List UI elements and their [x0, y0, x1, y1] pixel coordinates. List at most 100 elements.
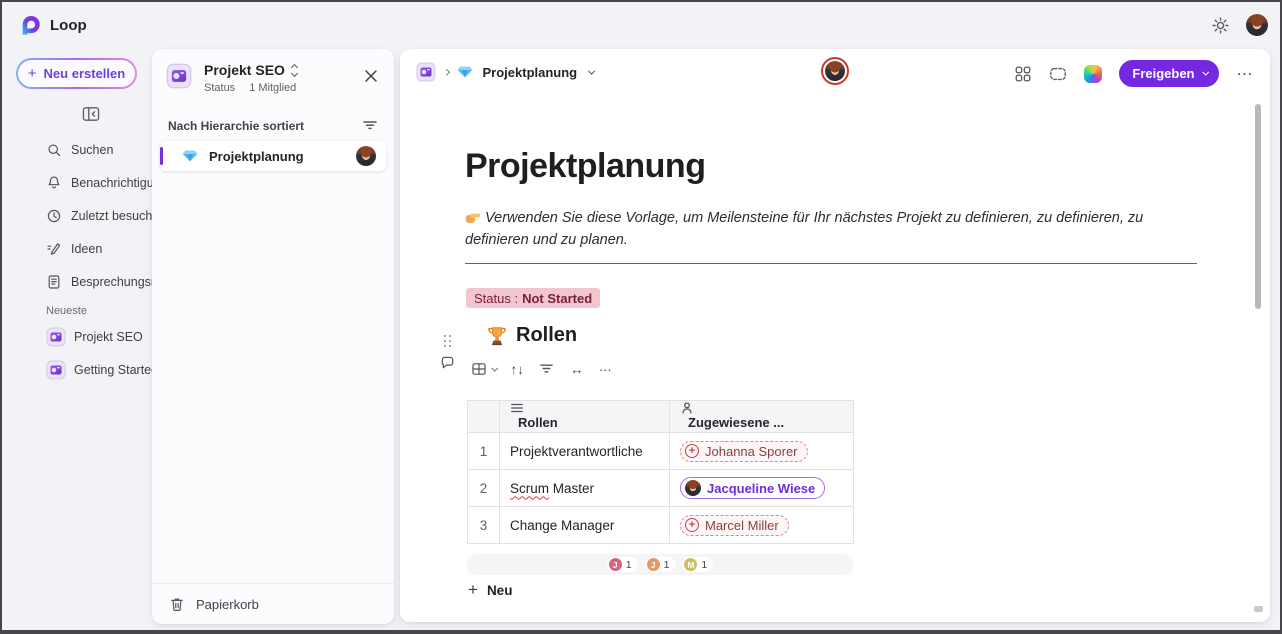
sidebar-item-ideen[interactable]: Ideen	[2, 237, 152, 261]
loop-logo-icon	[19, 14, 41, 36]
workspace-status-label[interactable]: Status	[204, 82, 235, 94]
rows-icon	[510, 401, 659, 415]
sidebar-item-zuletzt-besucht[interactable]: Zuletzt besucht	[2, 204, 152, 228]
app-header: Loop	[2, 2, 1280, 49]
sort-label[interactable]: Nach Hierarchie sortiert	[168, 119, 304, 133]
document-title[interactable]: Projektplanung	[465, 147, 705, 186]
summary-count: 1	[664, 559, 670, 571]
workspace-icon	[166, 63, 192, 89]
presence-avatar[interactable]	[821, 57, 849, 85]
summary-badge[interactable]: J 1	[607, 557, 638, 572]
workspace-icon	[46, 327, 66, 347]
role-cell[interactable]: Change Manager	[500, 507, 670, 544]
plus-icon: +	[28, 65, 37, 82]
summary-badge[interactable]: M 1	[682, 557, 713, 572]
document-intro[interactable]: Verwenden Sie diese Vorlage, um Meilenst…	[465, 207, 1187, 252]
loop-component-icon[interactable]	[1049, 65, 1067, 83]
share-button[interactable]: Freigeben	[1119, 60, 1219, 87]
role-cell[interactable]: Projektverantwortliche	[500, 433, 670, 470]
summary-count: 1	[701, 559, 707, 571]
workspace-panel: Projekt SEO Status 1 Mitglied Nach Hiera…	[152, 49, 394, 624]
divider	[465, 263, 1197, 264]
role-cell[interactable]: Scrum Master	[500, 470, 670, 507]
workspace-icon	[46, 360, 66, 380]
sidebar-item-benachrichtigungen[interactable]: Benachrichtigun...	[2, 171, 152, 195]
main-panel: Projektplanung Freigeben …	[400, 49, 1270, 622]
workspace-member-count[interactable]: 1 Mitglied	[249, 82, 296, 94]
clock-icon	[46, 208, 62, 224]
trash-icon	[169, 596, 185, 612]
assignee-cell: + Johanna Sporer	[670, 433, 854, 470]
close-panel-icon[interactable]	[364, 69, 378, 83]
section-title: Rollen	[516, 324, 577, 347]
more-icon[interactable]: …	[599, 359, 613, 374]
assignee-pill[interactable]: Jacqueline Wiese	[680, 477, 825, 499]
gem-icon	[182, 148, 198, 164]
add-row-button[interactable]: + Neu	[468, 580, 512, 600]
more-options-icon[interactable]: …	[1236, 60, 1254, 80]
page-item-label: Projektplanung	[209, 149, 345, 164]
table-view-icon	[471, 361, 487, 377]
left-sidebar: + Neu erstellen Suchen Benachrichtigun..…	[2, 49, 152, 630]
table-row: 2 Scrum Master Jacqueline Wiese	[468, 470, 854, 507]
filter-icon[interactable]	[362, 117, 378, 133]
breadcrumb: Projektplanung	[416, 62, 593, 82]
pointing-right-icon	[465, 210, 481, 224]
app-name: Loop	[50, 17, 87, 34]
sidebar-item-projekt-seo[interactable]: Projekt SEO	[2, 325, 152, 349]
drag-handle-icon[interactable]	[444, 335, 451, 348]
status-badge[interactable]: Status :Not Started	[466, 288, 600, 308]
sidebar-item-besprechungsnotizen[interactable]: Besprechungsn...	[2, 270, 152, 294]
scroll-corner-icon	[1254, 606, 1263, 612]
comment-icon[interactable]	[440, 355, 455, 370]
copilot-icon[interactable]	[1084, 65, 1102, 83]
scrollbar-thumb[interactable]	[1255, 104, 1261, 309]
new-create-button[interactable]: + Neu erstellen	[16, 58, 137, 89]
apps-grid-icon[interactable]	[1014, 65, 1032, 83]
column-header-zugewiesene[interactable]: Zugewiesene ...	[670, 401, 854, 433]
search-icon	[46, 142, 62, 158]
meeting-notes-icon	[46, 274, 62, 290]
column-header-rollen[interactable]: Rollen	[500, 401, 670, 433]
section-heading[interactable]: Rollen	[486, 324, 577, 347]
workspace-switcher-icon[interactable]	[292, 65, 297, 76]
app-window: Loop + Neu erstellen	[0, 0, 1282, 634]
page-item-projektplanung[interactable]: Projektplanung	[160, 141, 386, 171]
sidebar-item-suchen[interactable]: Suchen	[2, 138, 152, 162]
gem-icon	[457, 64, 473, 80]
summary-badge[interactable]: J 1	[645, 557, 676, 572]
workspace-icon[interactable]	[416, 62, 436, 82]
chevron-down-icon[interactable]	[589, 67, 595, 73]
add-person-icon: +	[685, 518, 699, 532]
idea-icon	[46, 241, 62, 257]
row-number-header	[468, 401, 500, 433]
resize-icon[interactable]: ↔	[570, 362, 584, 377]
assignee-cell: Jacqueline Wiese	[670, 470, 854, 507]
avatar	[825, 61, 845, 81]
filter-icon[interactable]	[539, 361, 555, 377]
sort-icon[interactable]: ↑↓	[511, 362, 525, 377]
plus-icon: +	[468, 580, 478, 600]
user-avatar[interactable]	[1246, 14, 1268, 36]
trash-button[interactable]: Papierkorb	[152, 583, 394, 624]
roles-table: Rollen Zugewiesene ... 1 Projektverantwo…	[467, 400, 854, 544]
row-number: 1	[468, 433, 500, 470]
trash-label: Papierkorb	[196, 597, 259, 612]
row-number: 3	[468, 507, 500, 544]
table-row: 3 Change Manager + Marcel Miller	[468, 507, 854, 544]
sidebar-item-getting-started[interactable]: Getting Started	[2, 358, 152, 382]
collapse-sidebar-icon[interactable]	[82, 106, 100, 122]
table-toolbar: ↑↓ ↔ …	[471, 361, 612, 377]
add-person-icon: +	[685, 444, 699, 458]
assignee-suggestion-pill[interactable]: + Marcel Miller	[680, 515, 789, 536]
settings-gear-icon[interactable]	[1211, 16, 1230, 35]
summary-count: 1	[626, 559, 632, 571]
breadcrumb-separator-icon	[443, 69, 449, 75]
person-icon	[680, 401, 843, 415]
workspace-title: Projekt SEO	[204, 62, 285, 78]
assignee-summary-row: J 1 J 1 M 1	[467, 554, 853, 575]
avatar-initial: M	[684, 558, 697, 571]
breadcrumb-page-title[interactable]: Projektplanung	[483, 65, 578, 80]
assignee-suggestion-pill[interactable]: + Johanna Sporer	[680, 441, 808, 462]
table-view-button[interactable]	[471, 361, 496, 377]
